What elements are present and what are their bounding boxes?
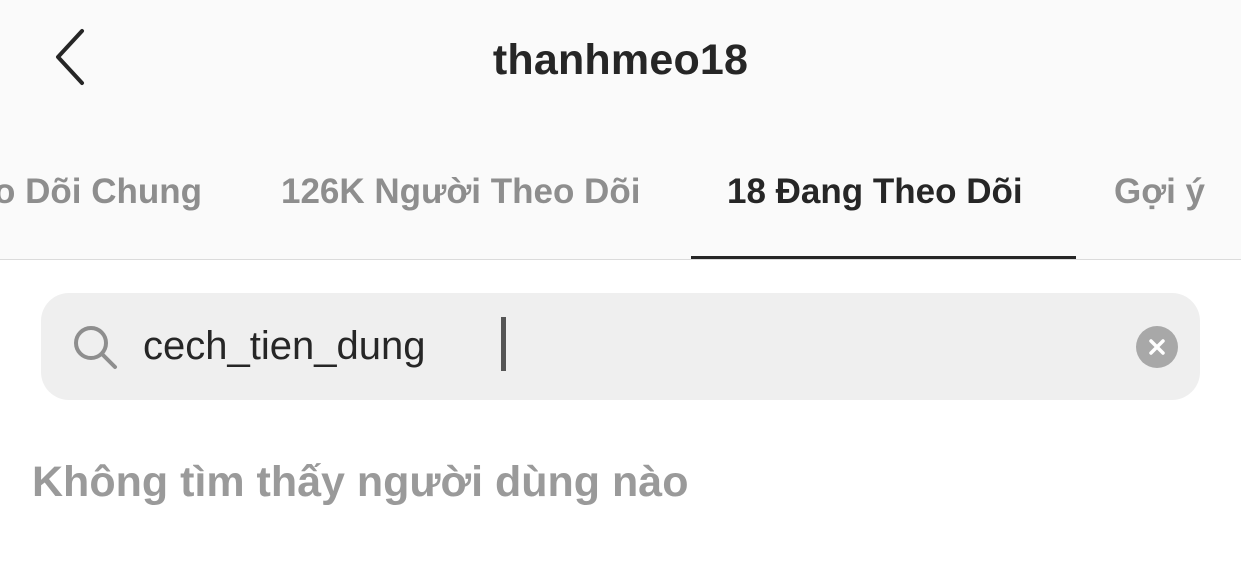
clear-icon (1149, 339, 1165, 355)
search-icon (74, 326, 117, 369)
text-cursor (501, 317, 506, 371)
active-tab-indicator (691, 256, 1076, 259)
header-bar: thanhmeo18 o Dõi Chung 126K Người Theo D… (0, 0, 1241, 260)
search-bar[interactable] (41, 293, 1200, 400)
tab-bar: o Dõi Chung 126K Người Theo Dõi 18 Đang … (0, 150, 1241, 259)
page-title: thanhmeo18 (492, 36, 749, 84)
tab-suggestions[interactable]: Gợi ý (1114, 172, 1205, 212)
clear-search-button[interactable] (1136, 326, 1178, 368)
no-results-message: Không tìm thấy người dùng nào (32, 458, 689, 506)
tab-mutual-following[interactable]: o Dõi Chung (0, 172, 202, 212)
tab-following[interactable]: 18 Đang Theo Dõi (727, 172, 1023, 212)
search-input[interactable] (143, 315, 1103, 377)
tab-followers[interactable]: 126K Người Theo Dõi (281, 172, 640, 212)
